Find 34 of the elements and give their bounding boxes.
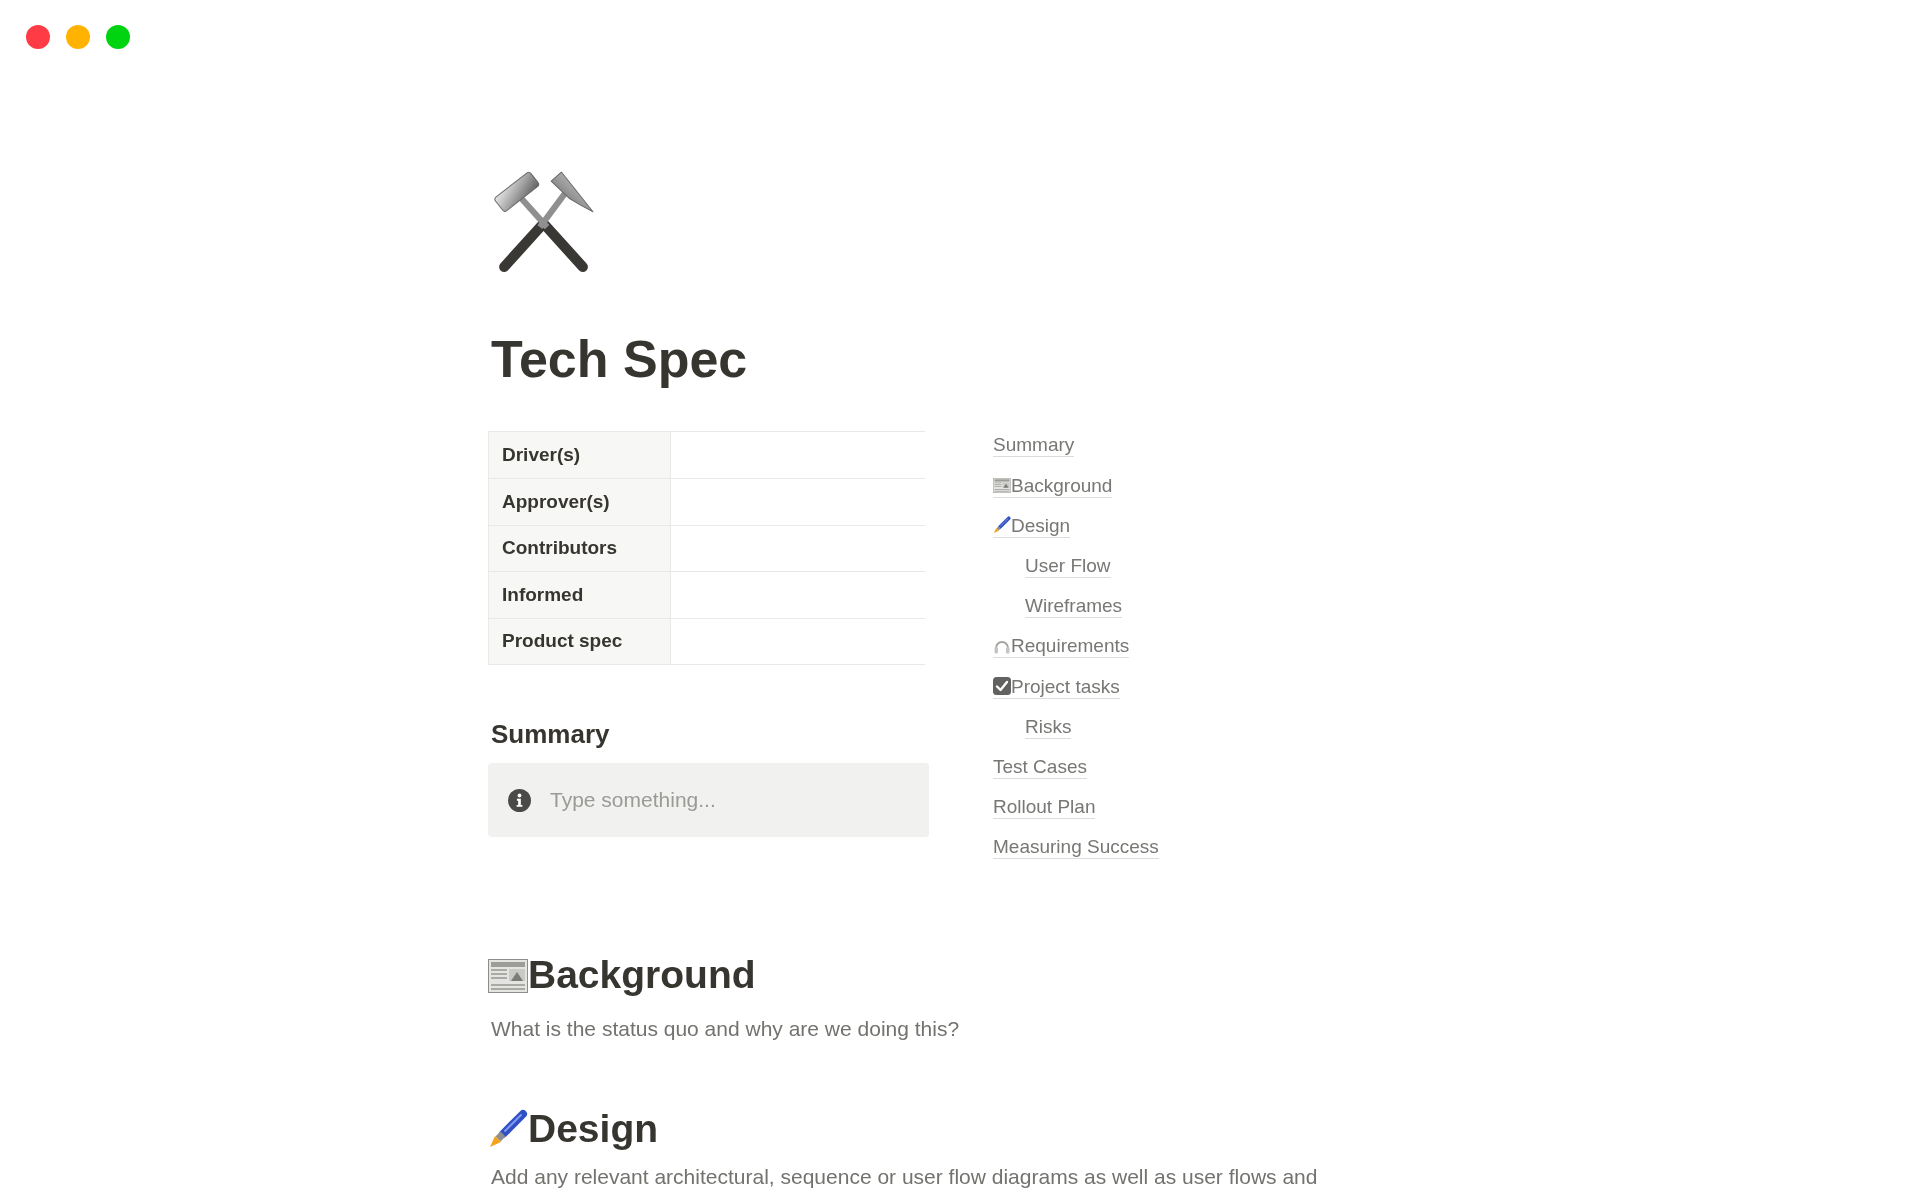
zoom-button[interactable]	[106, 25, 130, 49]
toc-link[interactable]: Design	[993, 513, 1071, 538]
paintbrush-icon	[488, 1109, 528, 1150]
section-heading: Background	[528, 952, 756, 999]
newspaper-icon	[488, 958, 528, 993]
property-label-cell: Approver(s)	[488, 479, 671, 525]
section-heading: Design	[528, 1105, 659, 1152]
toc-link[interactable]: User Flow	[1025, 553, 1111, 578]
section-text: What is the status quo and why are we doing this?	[491, 1016, 960, 1043]
toc-link[interactable]: Requirements	[993, 634, 1130, 659]
property-label-cell: Driver(s)	[488, 432, 671, 478]
newspaper-icon	[993, 477, 1011, 493]
toc-link[interactable]: Rollout Plan	[993, 795, 1096, 820]
toc-link[interactable]: Risks	[1025, 714, 1072, 739]
callout-input[interactable]: Type something...	[550, 785, 913, 816]
section-text: Add any relevant architectural, sequence or user flow diagrams as well as user flows and	[491, 1163, 1318, 1190]
section-heading: Summary	[491, 718, 610, 752]
toc-link[interactable]: Measuring Success	[993, 835, 1159, 860]
property-label-cell: Informed	[488, 572, 671, 618]
minimize-button[interactable]	[66, 25, 90, 49]
property-label-cell: Product spec	[488, 618, 671, 665]
toc-link[interactable]: Background	[993, 473, 1113, 498]
check-mark-icon	[993, 677, 1011, 695]
info-icon	[508, 788, 531, 812]
paintbrush-icon	[993, 516, 1011, 535]
hammer-and-pick-icon	[492, 171, 594, 273]
toc-link[interactable]: Summary	[993, 433, 1075, 458]
toc-link[interactable]: Wireframes	[1025, 594, 1123, 619]
page-title: Tech Spec	[491, 329, 748, 390]
callout-field[interactable]: Type something...	[488, 763, 929, 838]
toc-link[interactable]: Test Cases	[993, 754, 1087, 779]
close-button[interactable]	[26, 25, 50, 49]
toc-link[interactable]: Project tasks	[993, 674, 1120, 699]
property-label-cell: Contributors	[488, 525, 671, 572]
